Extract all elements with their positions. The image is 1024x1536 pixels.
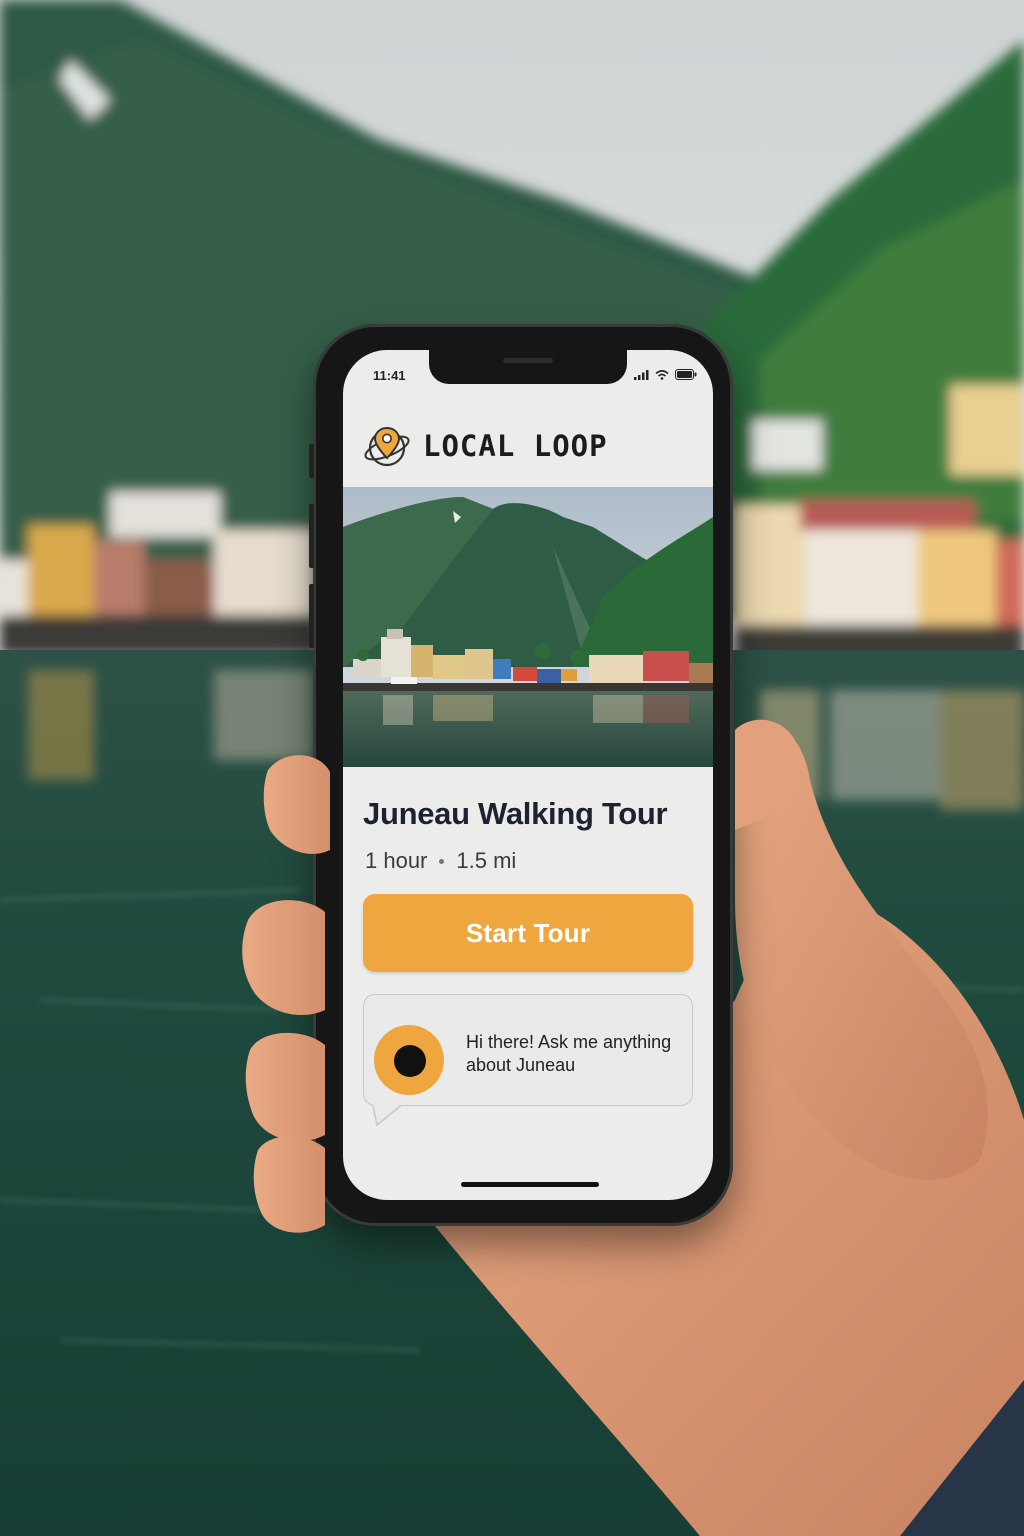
tour-hero-image: [343, 487, 713, 767]
app-name: LOCAL LOOP: [423, 429, 608, 463]
status-time: 11:41: [373, 368, 406, 383]
assistant-chat-bubble[interactable]: Hi there! Ask me anything about Juneau: [363, 994, 693, 1106]
mute-switch: [309, 444, 314, 478]
tour-title: Juneau Walking Tour: [363, 796, 668, 831]
app-header: LOCAL LOOP: [363, 422, 608, 470]
assistant-message: Hi there! Ask me anything about Juneau: [466, 1032, 672, 1075]
tour-duration: 1 hour: [365, 848, 428, 873]
phone-screen: 11:41 LOCAL LOOP Juneau Walking Tour 1 h…: [343, 350, 713, 1200]
eye-avatar-icon: [374, 1025, 444, 1095]
map-pin-globe-icon: [364, 426, 410, 467]
meta-separator-dot: [439, 858, 445, 864]
tour-distance: 1.5 mi: [456, 848, 517, 873]
speaker-grille: [503, 358, 553, 363]
phone-device: 11:41 LOCAL LOOP Juneau Walking Tour 1 h…: [309, 324, 733, 1226]
notch: [429, 350, 627, 384]
wifi-icon: [655, 369, 669, 380]
chat-bubble-tail: [373, 1105, 402, 1127]
cellular-signal-icon: [634, 369, 649, 380]
avatar-pupil: [394, 1045, 426, 1077]
start-tour-button[interactable]: Start Tour: [363, 894, 693, 972]
volume-up-button: [309, 504, 314, 568]
tour-meta: 1 hour 1.5 mi: [365, 848, 516, 874]
volume-down-button: [309, 584, 314, 648]
home-indicator[interactable]: [461, 1182, 599, 1187]
battery-icon: [675, 369, 697, 380]
status-icons: [634, 369, 697, 380]
